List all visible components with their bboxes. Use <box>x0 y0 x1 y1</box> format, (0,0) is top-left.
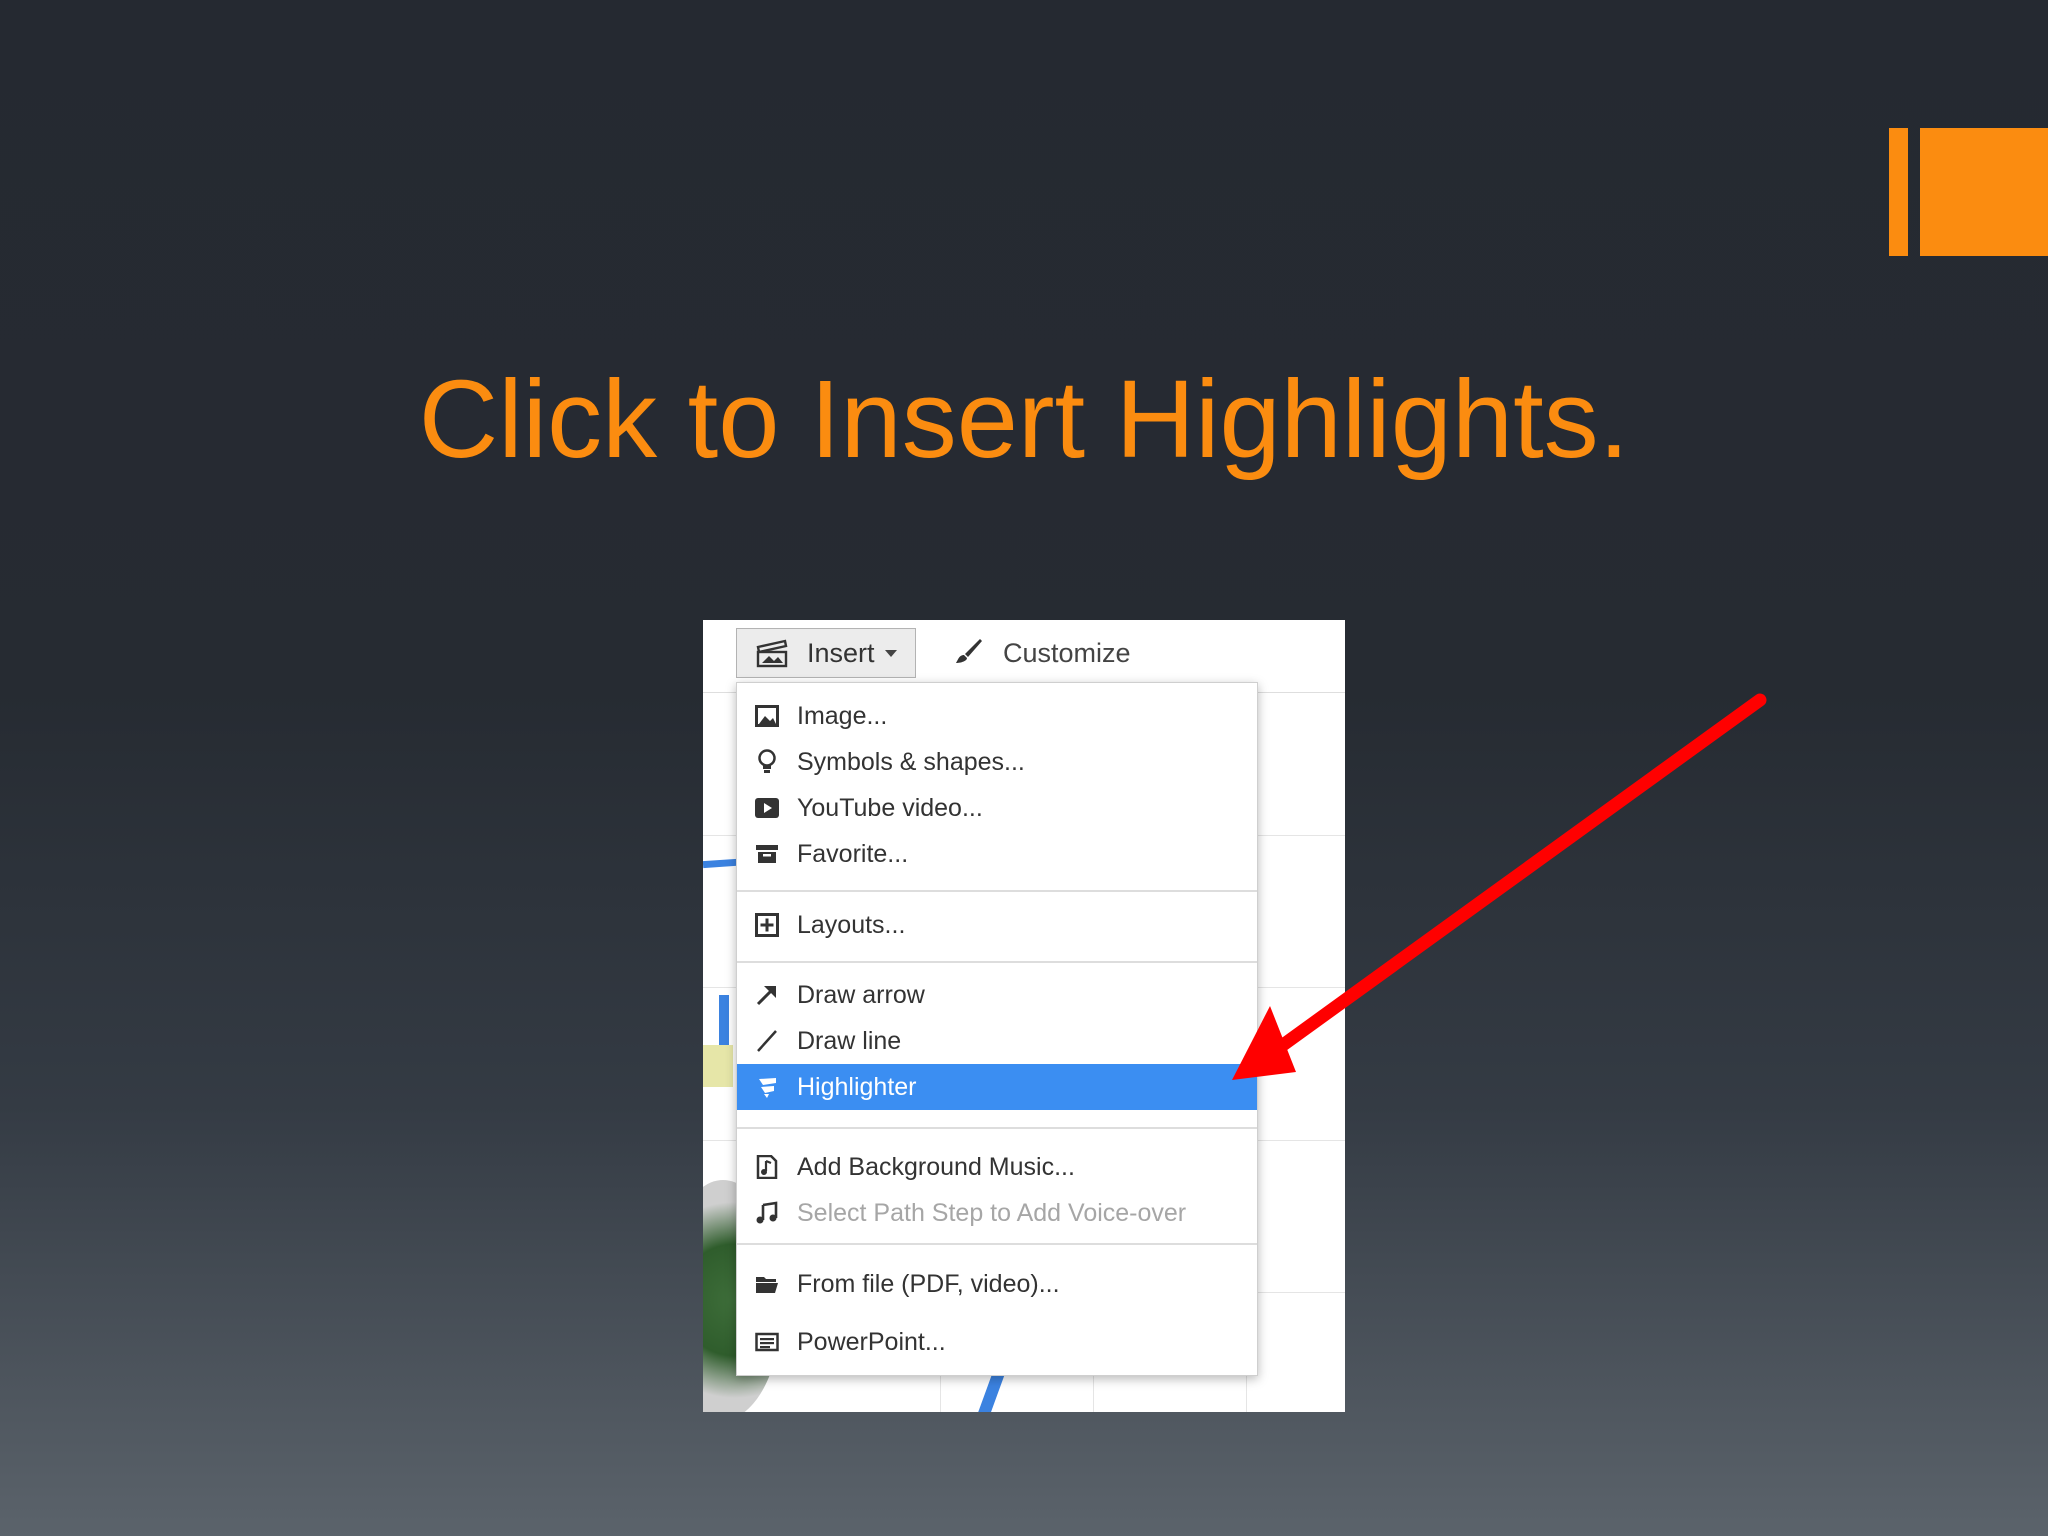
insert-menu-button[interactable]: Insert <box>736 628 916 678</box>
menu-item-youtube-video[interactable]: YouTube video... <box>737 785 1257 831</box>
menu-item-label: YouTube video... <box>797 793 983 822</box>
add-box-icon <box>753 911 781 939</box>
presentation-icon <box>753 1328 781 1356</box>
lightbulb-icon <box>753 748 781 776</box>
insert-label: Insert <box>807 637 875 668</box>
brush-icon <box>953 636 983 671</box>
youtube-icon <box>753 794 781 822</box>
menu-separator <box>737 961 1257 963</box>
background-path-stroke <box>973 1369 1005 1412</box>
menu-item-label: Draw arrow <box>797 980 925 1009</box>
menu-item-layouts[interactable]: Layouts... <box>737 902 1257 948</box>
menu-item-label: From file (PDF, video)... <box>797 1269 1060 1298</box>
menu-item-from-file[interactable]: From file (PDF, video)... <box>737 1261 1257 1307</box>
menu-item-label: Favorite... <box>797 839 909 868</box>
image-icon <box>753 702 781 730</box>
folder-icon <box>753 1270 781 1298</box>
slide-title: Click to Insert Highlights. <box>418 358 1630 481</box>
accent-bar-thin <box>1889 128 1908 256</box>
menu-item-label: Layouts... <box>797 910 906 939</box>
customize-button[interactable]: Customize <box>953 628 1131 678</box>
menu-item-powerpoint[interactable]: PowerPoint... <box>737 1319 1257 1365</box>
menu-separator <box>737 1127 1257 1129</box>
background-highlight <box>703 1045 733 1087</box>
menu-item-label: PowerPoint... <box>797 1327 946 1356</box>
highlighter-icon <box>753 1073 781 1101</box>
menu-item-label: Highlighter <box>797 1072 917 1101</box>
accent-bar-block <box>1920 128 2048 256</box>
chevron-down-icon <box>884 649 897 657</box>
menu-item-draw-line[interactable]: Draw line <box>737 1018 1257 1064</box>
menu-separator <box>737 1243 1257 1245</box>
background-path-stroke <box>703 858 738 869</box>
music-note-icon <box>753 1199 781 1227</box>
menu-item-highlighter[interactable]: Highlighter <box>737 1064 1257 1110</box>
menu-item-label: Symbols & shapes... <box>797 747 1025 776</box>
line-icon <box>753 1027 781 1055</box>
menu-item-label: Add Background Music... <box>797 1152 1075 1181</box>
menu-item-label: Image... <box>797 701 888 730</box>
menu-item-symbols-shapes[interactable]: Symbols & shapes... <box>737 739 1257 785</box>
insert-icon <box>755 638 789 668</box>
customize-label: Customize <box>1003 637 1131 668</box>
music-file-icon <box>753 1153 781 1181</box>
menu-item-favorite[interactable]: Favorite... <box>737 831 1257 877</box>
arrow-icon <box>753 981 781 1009</box>
insert-dropdown-menu: Image... Symbols & shapes... YouTube vid… <box>736 682 1258 1376</box>
archive-box-icon <box>753 840 781 868</box>
menu-separator <box>737 890 1257 892</box>
menu-item-voice-over[interactable]: Select Path Step to Add Voice-over <box>737 1190 1257 1236</box>
menu-item-image[interactable]: Image... <box>737 693 1257 739</box>
menu-item-draw-arrow[interactable]: Draw arrow <box>737 972 1257 1018</box>
menu-item-label: Draw line <box>797 1026 902 1055</box>
menu-item-label: Select Path Step to Add Voice-over <box>797 1198 1187 1227</box>
prezi-screenshot: Insert Customize Image... Symbols & shap… <box>703 620 1345 1412</box>
menu-item-add-background-music[interactable]: Add Background Music... <box>737 1144 1257 1190</box>
